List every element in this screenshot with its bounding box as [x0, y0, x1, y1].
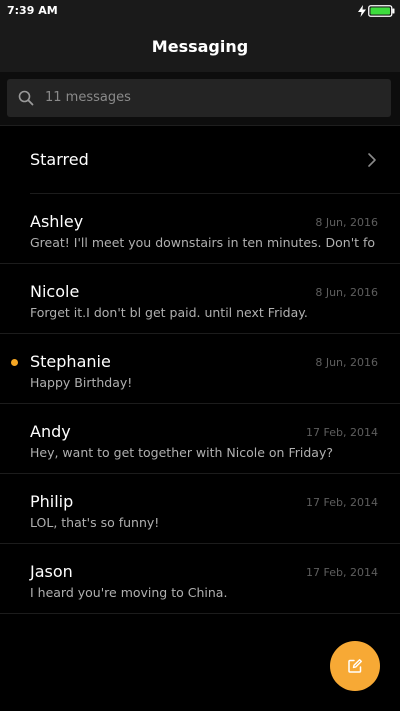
charging-bolt-icon — [358, 5, 366, 17]
list-item[interactable]: Nicole 8 Jun, 2016 Forget it.I don't bl … — [0, 264, 400, 334]
message-date: 8 Jun, 2016 — [315, 216, 378, 229]
message-date: 17 Feb, 2014 — [306, 566, 378, 579]
sender-name: Jason — [30, 562, 73, 581]
sender-name: Stephanie — [30, 352, 111, 371]
search-message-count: 11 messages — [45, 90, 131, 105]
message-date: 17 Feb, 2014 — [306, 496, 378, 509]
sender-name: Ashley — [30, 212, 84, 231]
status-bar: 7:39 AM — [0, 0, 400, 24]
sender-name: Andy — [30, 422, 71, 441]
page-title: Messaging — [151, 37, 249, 56]
message-list: Ashley 8 Jun, 2016 Great! I'll meet you … — [0, 194, 400, 614]
message-preview: Forget it.I don't bl get paid. until nex… — [30, 305, 308, 320]
sender-name: Philip — [30, 492, 74, 511]
message-preview: Great! I'll meet you downstairs in ten m… — [30, 235, 375, 250]
chevron-right-icon — [368, 153, 376, 167]
list-item[interactable]: Stephanie 8 Jun, 2016 Happy Birthday! — [0, 334, 400, 404]
battery-icon — [368, 5, 395, 17]
search-box[interactable]: 11 messages — [7, 79, 391, 117]
search-area: 11 messages — [0, 72, 400, 126]
list-item[interactable]: Ashley 8 Jun, 2016 Great! I'll meet you … — [0, 194, 400, 264]
compose-button[interactable] — [330, 641, 380, 691]
message-preview: I heard you're moving to China. — [30, 585, 228, 600]
message-date: 17 Feb, 2014 — [306, 426, 378, 439]
list-item[interactable]: Philip 17 Feb, 2014 LOL, that's so funny… — [0, 474, 400, 544]
message-preview: Happy Birthday! — [30, 375, 133, 390]
message-date: 8 Jun, 2016 — [315, 286, 378, 299]
message-preview: Hey, want to get together with Nicole on… — [30, 445, 333, 460]
starred-row[interactable]: Starred — [0, 126, 400, 194]
status-time: 7:39 AM — [7, 4, 58, 17]
list-item[interactable]: Andy 17 Feb, 2014 Hey, want to get toget… — [0, 404, 400, 474]
sender-name: Nicole — [30, 282, 80, 301]
search-icon — [18, 90, 34, 106]
app-bar: Messaging — [0, 24, 400, 72]
starred-label: Starred — [30, 150, 89, 169]
list-item[interactable]: Jason 17 Feb, 2014 I heard you're moving… — [0, 544, 400, 614]
message-date: 8 Jun, 2016 — [315, 356, 378, 369]
unread-dot-icon — [11, 359, 18, 366]
message-preview: LOL, that's so funny! — [30, 515, 160, 530]
compose-icon — [348, 659, 362, 673]
